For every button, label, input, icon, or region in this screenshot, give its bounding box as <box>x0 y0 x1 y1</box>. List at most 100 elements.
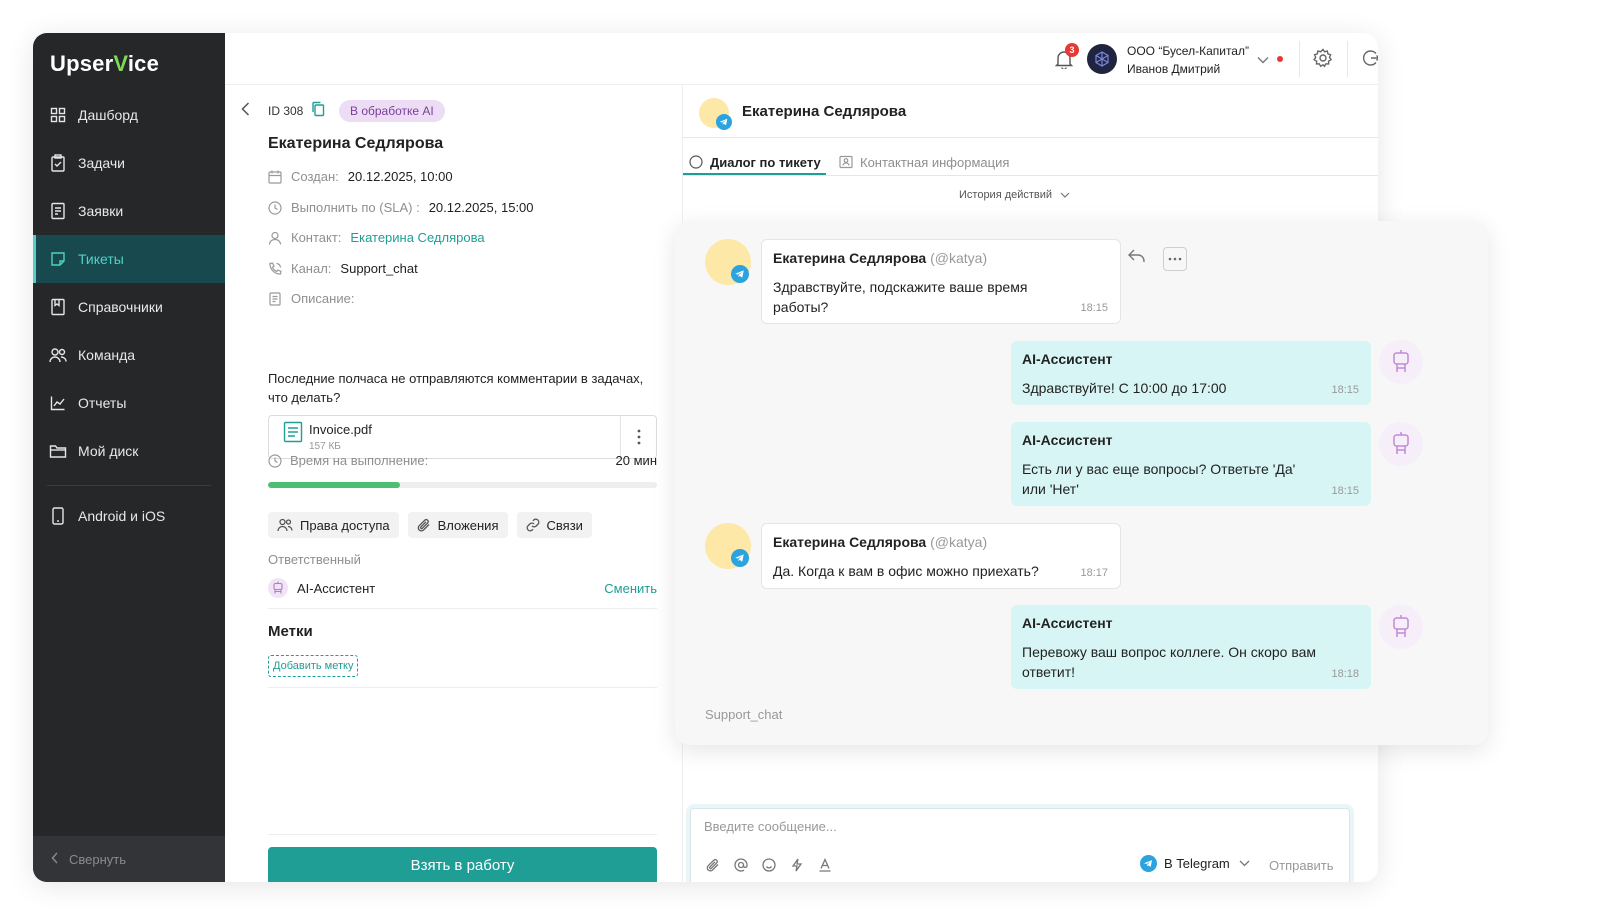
execution-progress-fill <box>268 482 401 488</box>
lightning-icon[interactable] <box>789 857 805 873</box>
tab-contact-info[interactable]: Контактная информация <box>839 148 1009 176</box>
attachments-button[interactable]: Вложения <box>407 512 508 538</box>
tags-title: Метки <box>268 623 313 640</box>
add-tag-button[interactable]: Добавить метку <box>268 655 359 677</box>
sidebar-item-tickets[interactable]: Тикеты <box>33 235 225 283</box>
sidebar-item-directories[interactable]: Справочники <box>33 283 225 331</box>
text-format-icon[interactable] <box>817 857 833 873</box>
change-responsible-link[interactable]: Сменить <box>604 581 657 596</box>
message-composer: В Telegram Отправить <box>690 808 1350 882</box>
robot-icon <box>268 578 288 598</box>
ticket-panel: ID 308 В обработке AI Екатерина Седляров… <box>225 85 683 882</box>
paperclip-icon <box>417 518 431 532</box>
message-bubble-outgoing[interactable]: AI-Ассистент Есть ли у вас еще вопросы? … <box>1011 422 1371 506</box>
message-time: 18:15 <box>1080 302 1108 314</box>
chevron-down-icon[interactable] <box>1257 51 1269 69</box>
sidebar-nav: Дашборд Задачи Заявки Тикеты Справочники… <box>33 91 225 540</box>
tab-dialog-label: Диалог по тикету <box>710 154 821 170</box>
user-name: Иванов Дмитрий <box>1127 62 1221 76</box>
chat-bubble-icon <box>689 155 703 169</box>
phone-icon <box>49 507 67 525</box>
message-text: Есть ли у вас еще вопросы? Ответьте 'Да'… <box>1022 461 1296 497</box>
emoji-icon[interactable] <box>761 857 777 873</box>
sidebar-item-my-disk[interactable]: Мой диск <box>33 427 225 475</box>
created-field: Создан: 20.12.2025, 10:00 <box>268 169 453 184</box>
execution-time-value: 20 мин <box>615 453 657 468</box>
logout-icon[interactable] <box>1361 48 1378 73</box>
take-to-work-button[interactable]: Взять в работу <box>268 847 657 882</box>
telegram-icon <box>1140 855 1157 872</box>
telegram-icon <box>731 549 749 572</box>
paperclip-icon[interactable] <box>705 857 721 873</box>
message-bubble-outgoing[interactable]: AI-Ассистент Здравствуйте! С 10:00 до 17… <box>1011 341 1371 405</box>
history-dropdown[interactable]: История действий <box>959 189 1070 201</box>
collapse-label: Свернуть <box>69 851 127 867</box>
more-vertical-icon[interactable] <box>637 429 641 450</box>
sidebar-divider <box>47 485 211 486</box>
composer-tools <box>705 857 833 873</box>
tabs-divider <box>683 175 1378 176</box>
attachment-divider <box>620 416 621 458</box>
send-channel-select[interactable]: В Telegram <box>1140 855 1250 872</box>
user-menu[interactable]: ООО “Бусел-Капитал” Иванов Дмитрий <box>1127 42 1249 78</box>
message-time: 18:15 <box>1331 485 1359 497</box>
author-handle: (@katya) <box>930 534 988 550</box>
copy-icon[interactable] <box>311 101 325 122</box>
tab-contact-label: Контактная информация <box>860 154 1010 170</box>
message-text: Здравствуйте! С 10:00 до 17:00 <box>1022 380 1227 396</box>
message-time: 18:15 <box>1331 384 1359 396</box>
back-icon[interactable] <box>241 102 250 121</box>
message-text: Здравствуйте, подскажите ваше время рабо… <box>773 279 1028 315</box>
access-rights-button[interactable]: Права доступа <box>268 512 399 538</box>
message-bubble-incoming[interactable]: Екатерина Седлярова (@katya) Здравствуйт… <box>761 239 1121 324</box>
message-bubble-incoming[interactable]: Екатерина Седлярова (@katya) Да. Когда к… <box>761 523 1121 589</box>
chat-header-divider <box>683 137 1378 138</box>
tickets-icon <box>49 250 67 268</box>
telegram-icon <box>716 114 732 135</box>
robot-icon <box>1379 340 1423 384</box>
message-bubble-outgoing[interactable]: AI-Ассистент Перевожу ваш вопрос коллеге… <box>1011 605 1371 689</box>
more-options-button[interactable] <box>1163 247 1187 271</box>
sidebar-item-team[interactable]: Команда <box>33 331 225 379</box>
created-value: 20.12.2025, 10:00 <box>347 169 453 184</box>
message-author: Екатерина Седлярова (@katya) <box>773 534 987 550</box>
company-avatar[interactable] <box>1087 44 1117 74</box>
message-author: AI-Ассистент <box>1022 351 1113 367</box>
document-icon <box>268 291 283 306</box>
sidebar-item-tasks[interactable]: Задачи <box>33 139 225 187</box>
send-channel-label: В Telegram <box>1164 856 1230 871</box>
attachment-size: 157 КБ <box>309 441 341 452</box>
header-divider <box>1347 41 1348 77</box>
message-time: 18:17 <box>1080 567 1108 579</box>
author-name: Екатерина Седлярова <box>773 534 927 550</box>
sidebar-item-label: Android и iOS <box>78 508 166 524</box>
sidebar: UpserVice Дашборд Задачи Заявки Тикеты С… <box>33 33 225 882</box>
send-button[interactable]: Отправить <box>1269 858 1333 873</box>
messages-card: Екатерина Седлярова (@katya) Здравствуйт… <box>675 221 1488 745</box>
attachment-name: Invoice.pdf <box>309 422 372 437</box>
sidebar-item-requests[interactable]: Заявки <box>33 187 225 235</box>
message-time: 18:18 <box>1331 668 1359 680</box>
sidebar-item-mobile-apps[interactable]: Android и iOS <box>33 492 225 540</box>
chat-contact-name: Екатерина Седлярова <box>742 103 907 120</box>
message-input[interactable] <box>704 819 1304 834</box>
links-button[interactable]: Связи <box>516 512 592 538</box>
message-author: AI-Ассистент <box>1022 615 1113 631</box>
author-handle: (@katya) <box>930 250 988 266</box>
tab-dialog[interactable]: Диалог по тикету <box>689 148 821 176</box>
reply-icon[interactable] <box>1128 249 1146 268</box>
brand-logo[interactable]: UpserVice <box>50 51 159 77</box>
sidebar-item-reports[interactable]: Отчеты <box>33 379 225 427</box>
history-label: История действий <box>959 189 1053 201</box>
sidebar-collapse-button[interactable]: Свернуть <box>33 836 225 882</box>
channel-field: Канал: Support_chat <box>268 261 418 276</box>
folder-icon <box>49 442 67 460</box>
mention-icon[interactable] <box>733 857 749 873</box>
contact-link[interactable]: Екатерина Седлярова <box>350 230 484 245</box>
sidebar-item-dashboard[interactable]: Дашборд <box>33 91 225 139</box>
gear-icon[interactable] <box>1313 48 1333 73</box>
message-text: Да. Когда к вам в офис можно приехать? <box>773 563 1039 579</box>
message-text: Перевожу ваш вопрос коллеге. Он скоро ва… <box>1022 644 1317 680</box>
channel-note: Support_chat <box>705 707 783 722</box>
status-badge: В обработке AI <box>339 100 445 122</box>
